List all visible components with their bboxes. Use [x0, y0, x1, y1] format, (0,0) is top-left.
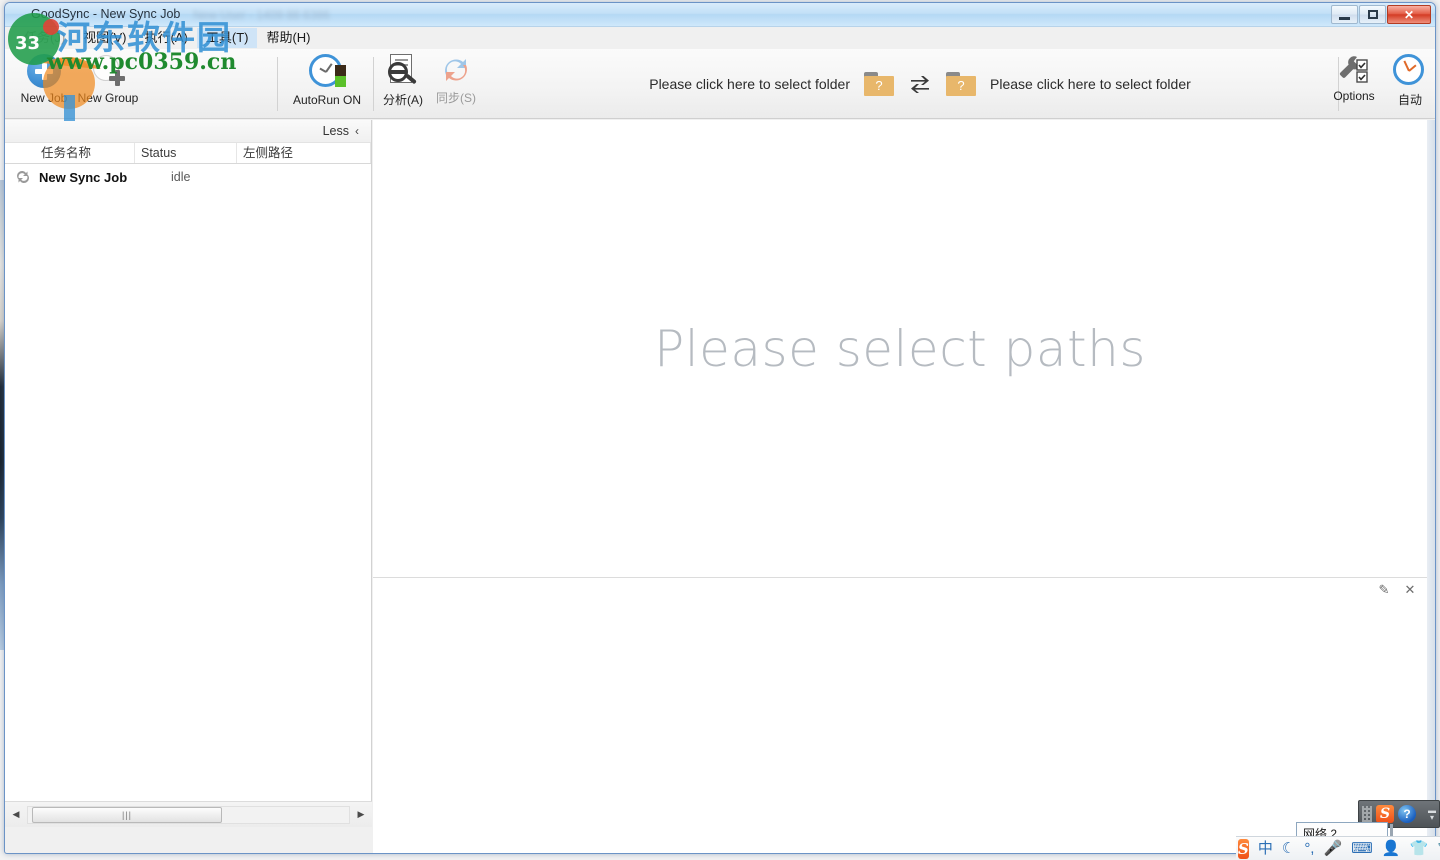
goodsync-main-window: GoodSync - New Sync Job New User - 1409 … — [4, 2, 1436, 854]
options-wrench-icon — [1337, 54, 1371, 86]
sync-icon — [439, 54, 473, 86]
window-controls[interactable]: ✕ — [1331, 5, 1431, 24]
main-content-area: Please select paths ✎ ✕ — [373, 120, 1427, 853]
keyboard-icon[interactable]: ⌨ — [1351, 840, 1373, 858]
menu-item-execute[interactable]: 执行(A) — [136, 28, 197, 48]
window-title: GoodSync - New Sync Job — [31, 7, 181, 21]
skin-icon[interactable]: 👕 — [1410, 840, 1429, 858]
column-header-status[interactable]: Status — [135, 143, 237, 163]
scroll-right-arrow-icon[interactable]: ▶ — [350, 806, 372, 824]
sogou-logo-icon[interactable]: S — [1238, 838, 1249, 859]
sogou-logo-icon[interactable]: S — [1376, 805, 1394, 823]
minimize-icon — [1339, 16, 1350, 20]
less-toggle-bar[interactable]: Less ‹ — [5, 120, 371, 143]
job-status-cell: idle — [171, 170, 191, 184]
microphone-icon[interactable]: 🎤 — [1323, 840, 1342, 858]
menu-bar[interactable]: 任务(J) 视图(V) 执行(A) 工具(T) 帮助(H) — [5, 27, 1435, 49]
menu-item-tasks[interactable]: 任务(J) — [15, 28, 74, 48]
log-toolbar[interactable]: ✎ ✕ — [1377, 583, 1417, 597]
moon-icon[interactable]: ☾ — [1282, 840, 1295, 858]
analyze-label: 分析(A) — [383, 93, 423, 107]
job-name-cell: New Sync Job — [39, 169, 128, 185]
chinese-mode-icon[interactable]: 中 — [1258, 840, 1273, 858]
folder-chooser-bar: Please click here to select folder Pleas… — [565, 49, 1275, 119]
new-job-button[interactable]: New Job — [7, 54, 81, 105]
menu-item-help[interactable]: 帮助(H) — [257, 28, 319, 48]
paths-placeholder-text: Please select paths — [654, 319, 1146, 378]
menu-item-view[interactable]: 视图(V) — [74, 28, 135, 48]
minimize-button[interactable] — [1331, 5, 1358, 24]
main-vertical-scrollbar[interactable] — [1427, 120, 1435, 853]
scroll-left-arrow-icon[interactable]: ◀ — [5, 806, 27, 824]
auto-button[interactable]: 自动 — [1373, 54, 1435, 108]
column-header-name[interactable]: 任务名称 — [5, 143, 135, 163]
autorun-button[interactable]: AutoRun ON — [290, 54, 364, 107]
scrollbar-track[interactable]: ||| — [27, 805, 350, 824]
left-folder-label[interactable]: Please click here to select folder — [649, 76, 850, 92]
column-header-left-path[interactable]: 左侧路径 — [237, 143, 371, 163]
less-label: Less — [322, 124, 349, 138]
left-folder-icon[interactable] — [864, 72, 894, 96]
job-list-horizontal-scrollbar[interactable]: ◀ ||| ▶ — [5, 801, 372, 827]
toolbar-separator-1 — [277, 57, 278, 111]
right-folder-icon[interactable] — [946, 72, 976, 96]
analyze-icon — [386, 54, 420, 88]
auto-clock-icon — [1393, 54, 1427, 88]
close-icon: ✕ — [1403, 7, 1415, 22]
job-list-header: 任务名称 Status 左侧路径 — [5, 143, 371, 164]
paths-pane[interactable]: Please select paths — [373, 120, 1427, 578]
ime-status-bar[interactable]: S 中 ☾ °, 🎤 ⌨ 👤 👕 🔧 — [1236, 836, 1440, 860]
maximize-icon — [1367, 10, 1378, 19]
chevron-left-icon: ‹ — [355, 124, 359, 138]
swap-direction-icon[interactable] — [908, 73, 932, 95]
punctuation-icon[interactable]: °, — [1304, 840, 1314, 858]
window-title-secondary: New User - 1409 88 6386 — [193, 8, 330, 22]
autorun-label: AutoRun ON — [292, 93, 362, 107]
maximize-button[interactable] — [1359, 5, 1386, 24]
table-row[interactable]: New Sync Job idle — [5, 164, 371, 190]
main-toolbar: New Job New Group AutoRun ON 分析(A) 同步(S)… — [5, 49, 1435, 119]
ime-collapse-icon[interactable]: ▬ ▾ — [1428, 807, 1436, 822]
new-group-button[interactable]: New Group — [71, 54, 145, 105]
right-folder-label[interactable]: Please click here to select folder — [990, 76, 1191, 92]
user-panel-icon[interactable]: 👤 — [1382, 840, 1401, 858]
help-icon[interactable]: ? — [1398, 805, 1416, 823]
close-button[interactable]: ✕ — [1387, 5, 1431, 24]
autorun-clock-icon — [309, 54, 346, 90]
row-sync-icon — [15, 169, 31, 185]
sync-label: 同步(S) — [436, 91, 476, 105]
new-job-icon — [27, 54, 61, 88]
auto-label: 自动 — [1397, 93, 1422, 107]
close-icon[interactable]: ✕ — [1403, 583, 1417, 597]
drag-handle-icon[interactable] — [1362, 806, 1372, 822]
new-group-icon — [91, 54, 125, 88]
options-label: Options — [1333, 89, 1375, 103]
new-job-label: New Job — [20, 91, 68, 105]
log-pane: ✎ ✕ — [373, 579, 1427, 853]
eraser-icon[interactable]: ✎ — [1377, 583, 1391, 597]
new-group-label: New Group — [77, 91, 139, 105]
title-bar[interactable]: GoodSync - New Sync Job New User - 1409 … — [5, 3, 1435, 27]
sync-button[interactable]: 同步(S) — [419, 54, 493, 106]
job-list-panel: Less ‹ 任务名称 Status 左侧路径 New Sync Job idl… — [5, 120, 372, 827]
menu-item-tools[interactable]: 工具(T) — [196, 28, 258, 48]
scrollbar-thumb[interactable]: ||| — [32, 806, 222, 823]
